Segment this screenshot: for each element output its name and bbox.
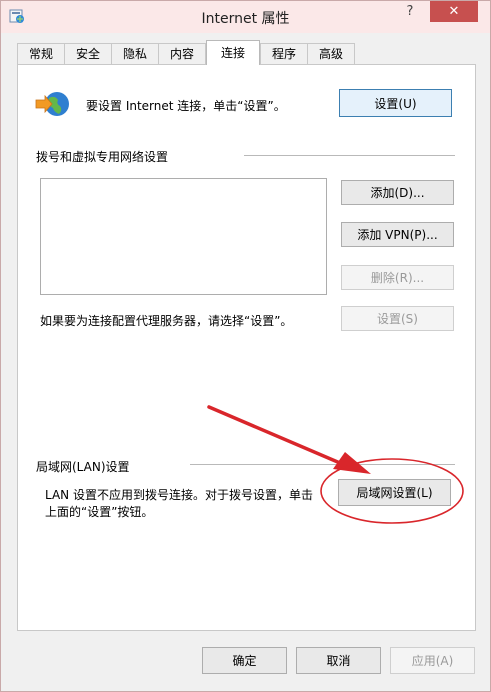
tab-advanced[interactable]: 高级 [307, 43, 355, 64]
apply-button[interactable]: 应用(A) [390, 647, 475, 674]
ok-button[interactable]: 确定 [202, 647, 287, 674]
close-button[interactable]: ✕ [430, 1, 478, 22]
connections-panel: 要设置 Internet 连接，单击“设置”。 设置(U) 拨号和虚拟专用网络设… [17, 64, 476, 631]
tab-general[interactable]: 常规 [17, 43, 65, 64]
dialup-settings-button[interactable]: 设置(S) [341, 306, 454, 331]
lan-info-line-2: 上面的“设置”按钮。 [45, 505, 154, 519]
tab-connections[interactable]: 连接 [206, 40, 260, 65]
lan-divider [190, 464, 455, 465]
title-bar: Internet 属性 ? ✕ [1, 1, 490, 33]
tab-content[interactable]: 内容 [158, 43, 206, 64]
internet-connection-icon [35, 92, 69, 116]
lan-section-label: 局域网(LAN)设置 [36, 460, 130, 474]
tab-privacy[interactable]: 隐私 [111, 43, 159, 64]
proxy-settings-text: 如果要为连接配置代理服务器，请选择“设置”。 [40, 314, 293, 328]
dialup-divider [244, 155, 455, 156]
internet-properties-window: Internet 属性 ? ✕ 常规 安全 隐私 内容 连接 程序 高级 要设置… [0, 0, 491, 692]
setup-button[interactable]: 设置(U) [339, 89, 452, 117]
tab-programs[interactable]: 程序 [260, 43, 308, 64]
help-button[interactable]: ? [395, 1, 425, 23]
dialup-section-label: 拨号和虚拟专用网络设置 [36, 150, 169, 164]
lan-settings-button[interactable]: 局域网设置(L) [338, 479, 451, 506]
add-connection-button[interactable]: 添加(D)... [341, 180, 454, 205]
add-vpn-button[interactable]: 添加 VPN(P)... [341, 222, 454, 247]
tab-security[interactable]: 安全 [64, 43, 112, 64]
setup-connection-text: 要设置 Internet 连接，单击“设置”。 [86, 99, 286, 113]
delete-connection-button[interactable]: 删除(R)... [341, 265, 454, 290]
cancel-button[interactable]: 取消 [296, 647, 381, 674]
lan-info-line-1: LAN 设置不应用到拨号连接。对于拨号设置，单击 [45, 488, 313, 502]
connections-listbox[interactable] [40, 178, 327, 295]
